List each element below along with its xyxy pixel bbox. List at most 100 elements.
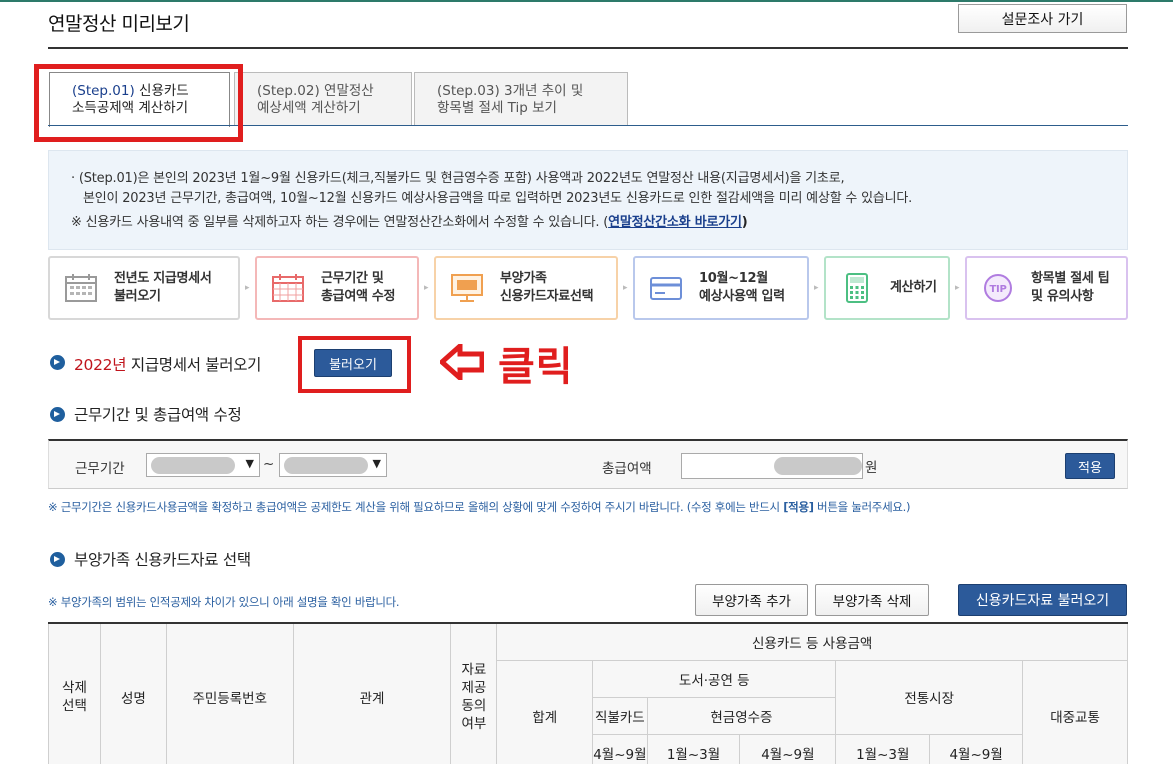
tab-label-a: 연말정산 bbox=[324, 83, 374, 99]
process-step-line2: 불러오기 bbox=[114, 289, 161, 304]
process-step-line1: 10월~12월 bbox=[699, 271, 768, 286]
info-line-3-prefix: ※ 신용카드 사용내역 중 일부를 삭제하고자 하는 경우에는 연말정산간소화에… bbox=[71, 215, 609, 230]
period-note-suffix: 버튼을 눌러주세요.) bbox=[813, 500, 911, 514]
chevron-down-icon: ▼ bbox=[245, 457, 254, 470]
redacted-value bbox=[151, 457, 235, 474]
col-total: 합계 bbox=[496, 659, 594, 764]
highlight-box-button bbox=[298, 336, 411, 393]
section-bullet-icon bbox=[50, 355, 65, 370]
period-end-select[interactable]: ▼ bbox=[279, 453, 387, 477]
page-title: 연말정산 미리보기 bbox=[48, 13, 190, 35]
simplified-service-link[interactable]: 연말정산간소화 바로가기 bbox=[608, 215, 742, 230]
section-title-dependents: 부양가족 신용카드자료 선택 bbox=[74, 551, 251, 569]
info-line-3: ※ 신용카드 사용내역 중 일부를 삭제하고자 하는 경우에는 연말정산간소화에… bbox=[71, 213, 1105, 233]
info-line-1: · (Step.01)은 본인의 2023년 1월~9월 신용카드(체크,직불카… bbox=[71, 171, 845, 186]
process-step-line2: 및 유의사항 bbox=[1031, 289, 1094, 304]
apply-button[interactable]: 적용 bbox=[1065, 453, 1115, 479]
period-books-cash-rest: 4월~9월 bbox=[739, 733, 837, 764]
process-step-tips: TIP 항목별 절세 팁및 유의사항 bbox=[965, 256, 1128, 320]
dependents-table: 삭제 선택 성명 주민등록번호 관계 자료 제공 동의 여부 신용카드 등 사용금… bbox=[48, 622, 1128, 764]
click-annotation: 클릭 bbox=[498, 344, 574, 390]
info-box: · (Step.01)은 본인의 2023년 1월~9월 신용카드(체크,직불카… bbox=[48, 150, 1128, 250]
period-salary-form: 근무기간 ▼ ~ ▼ 총급여액 원 적용 bbox=[48, 439, 1128, 489]
calendar-icon bbox=[65, 274, 97, 302]
step-arrow-icon: ▸ bbox=[623, 283, 628, 293]
col-delete-select: 삭제 선택 bbox=[48, 623, 101, 764]
statement-title: 지급명세서 불러오기 bbox=[130, 356, 262, 374]
left-arrow-annotation-icon bbox=[440, 344, 484, 380]
sub-cash: 현금영수증 bbox=[646, 696, 837, 735]
period-books-debit: 4월~9월 bbox=[592, 733, 648, 764]
tab-step-label: (Step.03) bbox=[437, 83, 500, 99]
group-market: 전통시장 bbox=[835, 659, 1024, 735]
col-consent: 자료 제공 동의 여부 bbox=[450, 623, 498, 764]
period-note-prefix: ※ 근무기간은 신용카드사용금액을 확정하고 총급여액은 공제한도 계산을 위해… bbox=[48, 500, 784, 514]
svg-text:TIP: TIP bbox=[990, 284, 1007, 295]
survey-button[interactable]: 설문조사 가기 bbox=[958, 4, 1127, 33]
period-label: 근무기간 bbox=[75, 461, 125, 477]
col-delete-line-b: 선택 bbox=[62, 698, 87, 715]
monitor-icon bbox=[451, 274, 483, 302]
title-divider bbox=[48, 47, 1128, 49]
salary-unit: 원 bbox=[865, 460, 878, 476]
process-step-dependents: 부양가족신용카드자료선택 bbox=[434, 256, 618, 320]
col-consent-line: 여부 bbox=[461, 716, 487, 733]
calendar-grid-icon bbox=[272, 274, 304, 302]
col-relation: 관계 bbox=[292, 623, 452, 764]
col-consent-line: 제공 bbox=[461, 680, 487, 697]
col-consent-line: 동의 bbox=[461, 698, 487, 715]
step-arrow-icon: ▸ bbox=[814, 283, 819, 293]
period-start-select[interactable]: ▼ bbox=[146, 453, 260, 477]
highlight-box-tab bbox=[34, 64, 243, 142]
redacted-value bbox=[774, 457, 862, 475]
process-step-line2: 총급여액 수정 bbox=[321, 289, 396, 304]
statement-year: 2022년 bbox=[74, 356, 127, 374]
tab-step-02[interactable]: (Step.02) 연말정산 예상세액 계산하기 bbox=[234, 72, 412, 126]
process-step-line2: 예상사용액 입력 bbox=[699, 289, 785, 304]
tab-label-b: 항목별 절세 Tip 보기 bbox=[437, 100, 557, 116]
process-step-line1: 항목별 절세 팁 bbox=[1031, 271, 1110, 286]
section-bullet-icon bbox=[50, 407, 65, 422]
redacted-value bbox=[284, 457, 368, 474]
period-note: ※ 근무기간은 신용카드사용금액을 확정하고 총급여액은 공제한도 계산을 위해… bbox=[48, 499, 910, 515]
period-note-emphasis: [적용] bbox=[783, 500, 814, 514]
tab-step-label: (Step.02) bbox=[257, 83, 320, 99]
period-books-cash-q1: 1월~3월 bbox=[646, 733, 741, 764]
salary-label: 총급여액 bbox=[602, 461, 652, 477]
period-market-rest: 4월~9월 bbox=[929, 733, 1024, 764]
salary-input[interactable] bbox=[681, 453, 863, 479]
tip-icon: TIP bbox=[984, 274, 1012, 302]
process-step-line1: 부양가족 bbox=[500, 271, 547, 286]
step-arrow-icon: ▸ bbox=[955, 283, 960, 293]
process-step-expected-usage: 10월~12월예상사용액 입력 bbox=[633, 256, 809, 320]
period-tilde: ~ bbox=[263, 456, 275, 472]
process-step-calculate: 계산하기 bbox=[824, 256, 950, 320]
tab-step-03[interactable]: (Step.03) 3개년 추이 및 항목별 절세 Tip 보기 bbox=[414, 72, 628, 126]
tab-label-a: 3개년 추이 및 bbox=[504, 83, 584, 99]
col-delete-line-a: 삭제 bbox=[62, 680, 87, 697]
col-rrn: 주민등록번호 bbox=[165, 623, 294, 764]
sub-debit: 직불카드 bbox=[592, 696, 648, 735]
credit-card-icon bbox=[650, 277, 682, 300]
col-consent-line: 자료 bbox=[461, 662, 487, 679]
section-title-period: 근무기간 및 총급여액 수정 bbox=[74, 406, 242, 424]
section-title-statement: 2022년 지급명세서 불러오기 bbox=[74, 353, 261, 375]
load-card-data-button[interactable]: 신용카드자료 불러오기 bbox=[958, 584, 1127, 616]
delete-dependent-button[interactable]: 부양가족 삭제 bbox=[815, 584, 929, 616]
group-books: 도서·공연 등 bbox=[592, 659, 837, 698]
add-dependent-button[interactable]: 부양가족 추가 bbox=[695, 584, 808, 616]
section-bullet-icon bbox=[50, 552, 65, 567]
process-step-line1: 전년도 지급명세서 bbox=[114, 271, 212, 286]
process-step-line1: 계산하기 bbox=[890, 280, 937, 295]
process-step-line2: 신용카드자료선택 bbox=[500, 289, 594, 304]
dependents-note: ※ 부양가족의 범위는 인적공제와 차이가 있으니 아래 설명을 확인 바랍니다… bbox=[48, 595, 400, 609]
top-accent-line bbox=[0, 0, 1173, 2]
process-step-load-statement: 전년도 지급명세서불러오기 bbox=[48, 256, 240, 320]
col-transit: 대중교통 bbox=[1022, 659, 1128, 764]
col-name: 성명 bbox=[99, 623, 167, 764]
process-step-edit-period: 근무기간 및총급여액 수정 bbox=[255, 256, 419, 320]
process-step-line1: 근무기간 및 bbox=[321, 271, 384, 286]
chevron-down-icon: ▼ bbox=[372, 457, 381, 470]
tab-label-b: 예상세액 계산하기 bbox=[257, 100, 361, 116]
period-market-q1: 1월~3월 bbox=[835, 733, 931, 764]
